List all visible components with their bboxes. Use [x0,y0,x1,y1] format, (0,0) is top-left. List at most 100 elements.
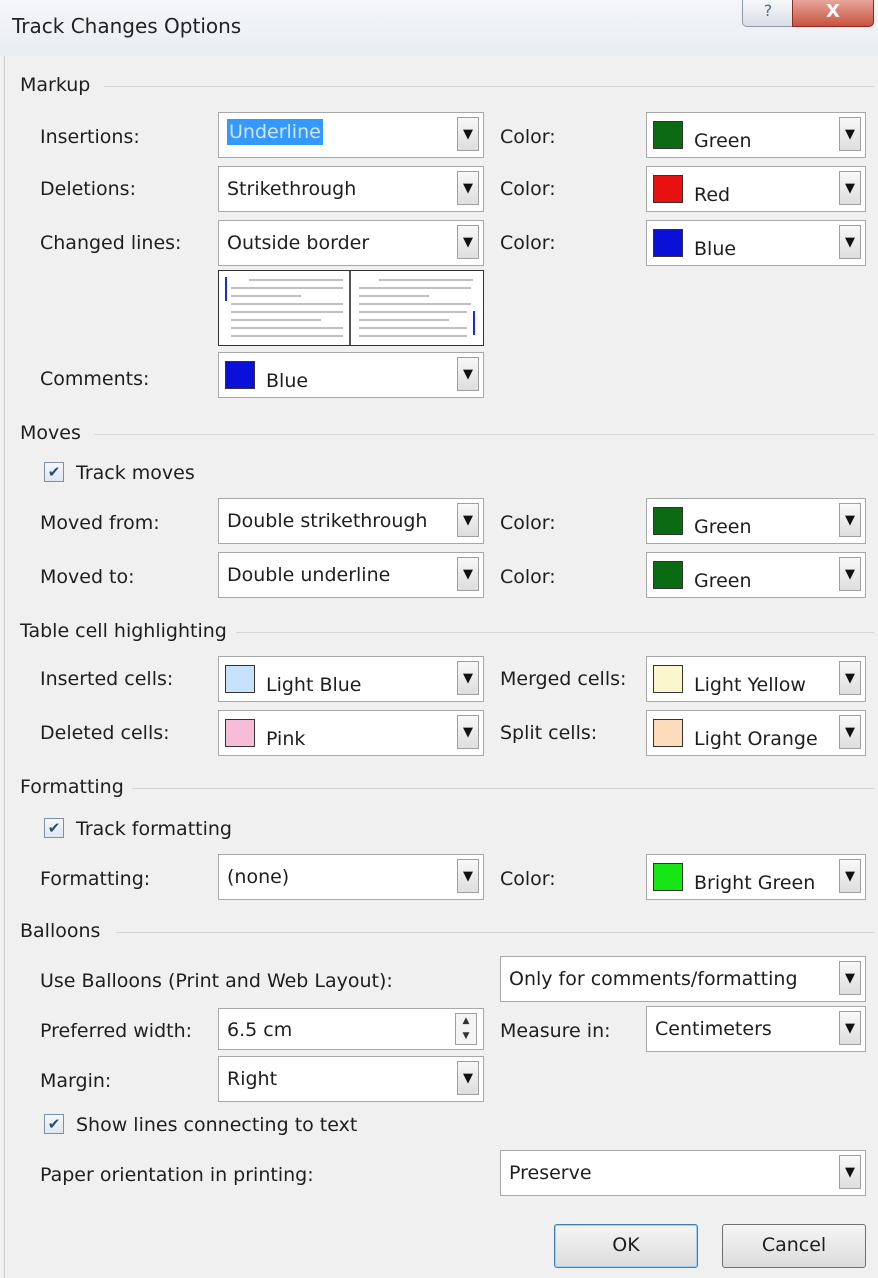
use-balloons-value: Only for comments/formatting [509,968,798,990]
deletions-color-value: Red [694,184,731,206]
insertions-color-label: Color: [500,126,556,148]
track-moves-checkbox[interactable]: ✔ [44,462,64,482]
moved-to-color-select[interactable]: Green ▼ [646,552,866,598]
moved-to-select[interactable]: Double underline ▼ [218,552,484,598]
chevron-down-icon: ▼ [839,1011,861,1045]
cancel-button[interactable]: Cancel [722,1224,866,1268]
chevron-down-icon: ▼ [457,1061,479,1095]
moved-from-label: Moved from: [40,512,160,534]
changed-lines-color-value: Blue [694,238,737,260]
measure-in-label: Measure in: [500,1020,611,1042]
insertions-value: Underline [227,119,323,145]
section-divider [236,632,874,633]
merged-cells-select[interactable]: Light Yellow ▼ [646,656,866,702]
color-swatch [225,361,255,389]
moved-from-select[interactable]: Double strikethrough ▼ [218,498,484,544]
color-swatch [225,665,255,693]
margin-select[interactable]: Right ▼ [218,1056,484,1102]
track-formatting-checkbox[interactable]: ✔ [44,818,64,838]
changed-lines-select[interactable]: Outside border ▼ [218,220,484,266]
chevron-down-icon: ▼ [457,117,479,151]
paper-orientation-select[interactable]: Preserve ▼ [500,1150,866,1196]
formatting-label: Formatting: [40,868,151,890]
use-balloons-select[interactable]: Only for comments/formatting ▼ [500,956,866,1002]
deletions-select[interactable]: Strikethrough ▼ [218,166,484,212]
color-swatch [653,665,683,693]
help-button[interactable]: ? [742,0,794,27]
section-divider [132,788,874,789]
chevron-down-icon: ▼ [839,117,861,151]
section-divider [94,434,874,435]
use-balloons-label: Use Balloons (Print and Web Layout): [40,970,393,992]
changed-lines-value: Outside border [227,232,370,254]
margin-label: Margin: [40,1070,112,1092]
inserted-cells-value: Light Blue [266,674,362,696]
margin-value: Right [227,1068,278,1090]
section-table-cells: Table cell highlighting [20,620,227,642]
chevron-down-icon: ▼ [839,503,861,537]
formatting-value: (none) [227,866,290,888]
formatting-color-label: Color: [500,868,556,890]
ok-button[interactable]: OK [554,1224,698,1268]
chevron-down-icon: ▼ [457,661,479,695]
section-divider [104,86,874,87]
section-balloons: Balloons [20,920,101,942]
moved-to-value: Double underline [227,564,391,586]
insertions-label: Insertions: [40,126,140,148]
inserted-cells-select[interactable]: Light Blue ▼ [218,656,484,702]
chevron-down-icon: ▼ [839,557,861,591]
color-swatch [653,229,683,257]
moved-from-value: Double strikethrough [227,510,428,532]
formatting-color-select[interactable]: Bright Green ▼ [646,854,866,900]
color-swatch [653,121,683,149]
deleted-cells-select[interactable]: Pink ▼ [218,710,484,756]
color-swatch [653,863,683,891]
section-markup: Markup [20,74,91,96]
deletions-value: Strikethrough [227,178,357,200]
show-lines-checkbox[interactable]: ✔ [44,1114,64,1134]
chevron-down-icon: ▼ [457,859,479,893]
section-divider [116,932,874,933]
moved-from-color-value: Green [694,516,752,538]
track-moves-label: Track moves [76,462,195,484]
deletions-color-label: Color: [500,178,556,200]
preferred-width-input[interactable]: 6.5 cm ▲ ▼ [218,1008,484,1050]
chevron-down-icon: ▼ [839,961,861,995]
moved-from-color-select[interactable]: Green ▼ [646,498,866,544]
comments-label: Comments: [40,368,150,390]
inserted-cells-label: Inserted cells: [40,668,174,690]
chevron-down-icon: ▼ [839,1155,861,1189]
color-swatch [653,561,683,589]
insertions-color-select[interactable]: Green ▼ [646,112,866,158]
chevron-down-icon: ▼ [457,225,479,259]
comments-color-value: Blue [266,370,309,392]
split-cells-select[interactable]: Light Orange ▼ [646,710,866,756]
merged-cells-value: Light Yellow [694,674,806,696]
close-button[interactable]: X [792,0,874,27]
deleted-cells-value: Pink [266,728,306,750]
insertions-select[interactable]: Underline ▼ [218,112,484,158]
split-cells-value: Light Orange [694,728,818,750]
color-swatch [653,507,683,535]
chevron-down-icon: ▼ [839,859,861,893]
show-lines-label: Show lines connecting to text [76,1114,358,1136]
changed-lines-label: Changed lines: [40,232,182,254]
changed-lines-preview [218,270,484,346]
deletions-color-select[interactable]: Red ▼ [646,166,866,212]
preferred-width-label: Preferred width: [40,1020,193,1042]
section-moves: Moves [20,422,81,444]
formatting-select[interactable]: (none) ▼ [218,854,484,900]
changed-lines-color-select[interactable]: Blue ▼ [646,220,866,266]
chevron-down-icon: ▼ [839,715,861,749]
section-formatting: Formatting [20,776,124,798]
track-formatting-label: Track formatting [76,818,232,840]
comments-color-select[interactable]: Blue ▼ [218,352,484,398]
measure-in-select[interactable]: Centimeters ▼ [646,1006,866,1052]
paper-orientation-label: Paper orientation in printing: [40,1164,314,1186]
spinner-icon[interactable]: ▲ ▼ [455,1013,477,1045]
chevron-down-icon: ▼ [839,171,861,205]
measure-in-value: Centimeters [655,1018,772,1040]
chevron-down-icon: ▼ [457,557,479,591]
moved-to-color-value: Green [694,570,752,592]
moved-to-color-label: Color: [500,566,556,588]
